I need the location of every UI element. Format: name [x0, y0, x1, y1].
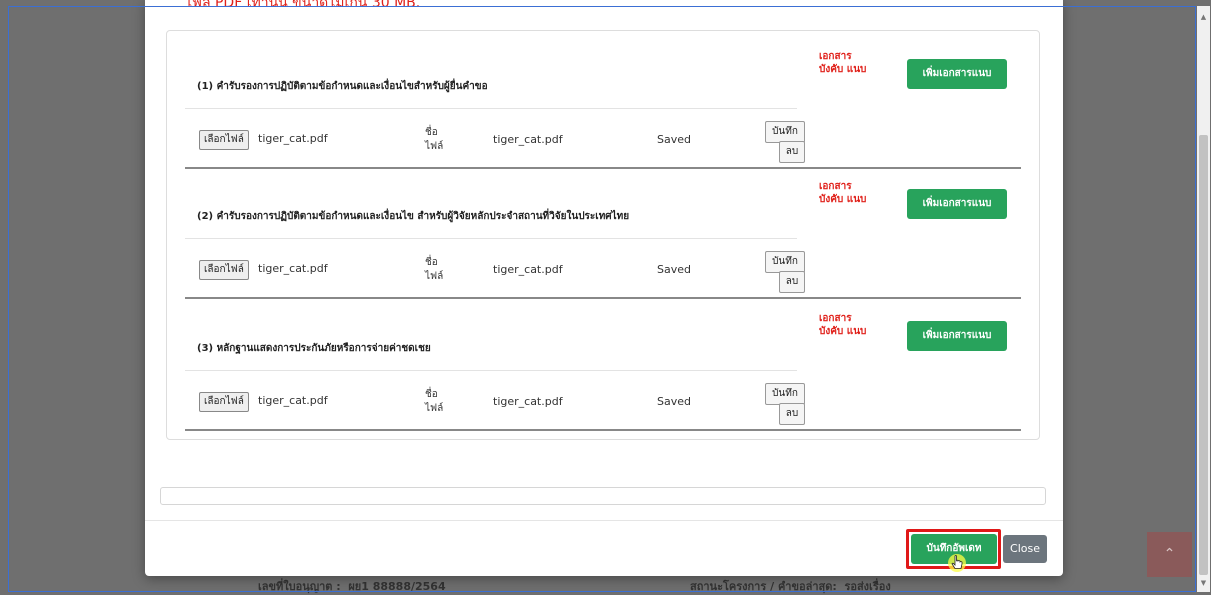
chosen-file-name: tiger_cat.pdf — [258, 262, 328, 275]
file-name-value: tiger_cat.pdf — [493, 395, 563, 408]
save-file-button[interactable]: บันทึก — [765, 383, 805, 405]
upload-status: Saved — [657, 133, 691, 146]
modal-footer-divider — [145, 520, 1063, 521]
delete-file-button[interactable]: ลบ — [779, 403, 805, 425]
section-title: (1) คำรับรองการปฏิบัติตามข้อกำหนดและเงื่… — [197, 81, 488, 92]
file-requirement-note: ไฟล์ PDF เท่านั้น ขนาดไม่เกิน 30 MB. — [185, 0, 421, 11]
choose-file-button[interactable]: เลือกไฟล์ — [199, 392, 249, 412]
scroll-to-top-button[interactable]: ⌃ — [1147, 532, 1192, 577]
upload-status: Saved — [657, 263, 691, 276]
chosen-file-name: tiger_cat.pdf — [258, 394, 328, 407]
section-divider — [185, 429, 1021, 431]
row-divider — [185, 238, 797, 239]
scroll-down-arrow-icon[interactable]: ▼ — [1199, 578, 1208, 588]
file-name-label: ชื่อ ไฟล์ — [425, 127, 444, 152]
license-value: ผย1 88888/2564 — [348, 580, 446, 593]
attachment-section-3: (3) หลักฐานแสดงการประกันภัยหรือการจ่ายค่… — [185, 301, 1021, 431]
scroll-up-arrow-icon[interactable]: ▲ — [1199, 12, 1208, 22]
file-name-label: ชื่อ ไฟล์ — [425, 257, 444, 282]
section-title: (3) หลักฐานแสดงการประกันภัยหรือการจ่ายค่… — [197, 343, 431, 354]
delete-file-button[interactable]: ลบ — [779, 271, 805, 293]
chevron-up-icon: ⌃ — [1163, 546, 1176, 562]
row-divider — [185, 370, 797, 371]
chosen-file-name: tiger_cat.pdf — [258, 132, 328, 145]
add-attachment-button[interactable]: เพิ่มเอกสารแนบ — [907, 321, 1007, 351]
delete-file-button[interactable]: ลบ — [779, 141, 805, 163]
hand-pointer-icon — [948, 554, 966, 572]
add-attachment-button[interactable]: เพิ่มเอกสารแนบ — [907, 59, 1007, 89]
file-name-value: tiger_cat.pdf — [493, 263, 563, 276]
required-document-label: เอกสาร บังคับ แนบ — [819, 51, 867, 75]
document-upload-modal: ไฟล์ PDF เท่านั้น ขนาดไม่เกิน 30 MB. (1)… — [145, 0, 1063, 576]
license-label: เลขที่ใบอนุญาต : ผย1 88888/2564 — [258, 580, 446, 593]
attachments-panel: (1) คำรับรองการปฏิบัติตามข้อกำหนดและเงื่… — [166, 30, 1040, 440]
required-document-label: เอกสาร บังคับ แนบ — [819, 313, 867, 337]
project-status-value: รอส่งเรื่อง — [844, 580, 891, 593]
close-button[interactable]: Close — [1003, 535, 1047, 563]
attachment-section-2: (2) คำรับรองการปฏิบัติตามข้อกำหนดและเงื่… — [185, 169, 1021, 299]
empty-input-bar[interactable] — [160, 487, 1046, 505]
project-status-label: สถานะโครงการ / คำขอล่าสุด: รอส่งเรื่อง — [690, 580, 891, 593]
add-attachment-button[interactable]: เพิ่มเอกสารแนบ — [907, 189, 1007, 219]
choose-file-button[interactable]: เลือกไฟล์ — [199, 130, 249, 150]
required-document-label: เอกสาร บังคับ แนบ — [819, 181, 867, 205]
section-title: (2) คำรับรองการปฏิบัติตามข้อกำหนดและเงื่… — [197, 211, 630, 222]
upload-status: Saved — [657, 395, 691, 408]
file-name-label: ชื่อ ไฟล์ — [425, 389, 444, 414]
save-file-button[interactable]: บันทึก — [765, 121, 805, 143]
section-divider — [185, 297, 1021, 299]
scrollbar-thumb[interactable] — [1199, 135, 1208, 575]
file-name-value: tiger_cat.pdf — [493, 133, 563, 146]
row-divider — [185, 108, 797, 109]
attachment-section-1: (1) คำรับรองการปฏิบัติตามข้อกำหนดและเงื่… — [185, 39, 1021, 169]
choose-file-button[interactable]: เลือกไฟล์ — [199, 260, 249, 280]
save-file-button[interactable]: บันทึก — [765, 251, 805, 273]
